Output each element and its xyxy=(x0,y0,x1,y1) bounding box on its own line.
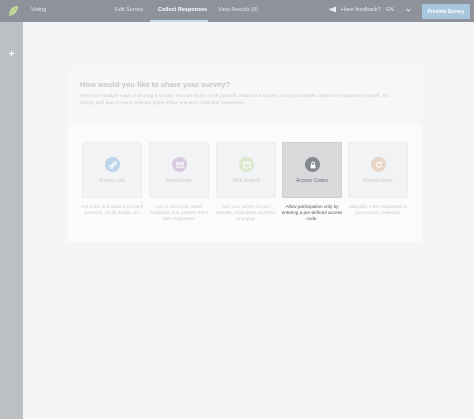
option-description: Let us send your email invitations and c… xyxy=(149,204,209,221)
option-web-embed[interactable]: Web Embed xyxy=(216,142,276,198)
option-description: Add your survey to your website, embedde… xyxy=(215,204,276,221)
refresh-icon xyxy=(371,157,386,172)
feedback-label: Have feedback? xyxy=(341,6,381,13)
megaphone-icon xyxy=(329,6,336,13)
survey-title: Voting xyxy=(31,7,47,13)
option-label: Survey Link xyxy=(98,178,126,184)
add-icon[interactable]: + xyxy=(6,50,17,60)
lock-icon xyxy=(305,157,320,172)
nav-collect-responses[interactable]: Collect Responses xyxy=(158,7,207,13)
code-icon xyxy=(239,157,254,172)
nav-view-results[interactable]: View Results (0) xyxy=(218,7,258,13)
feedback-link[interactable]: Have feedback? xyxy=(329,6,381,13)
chevron-down-icon[interactable] xyxy=(406,8,411,12)
mail-icon xyxy=(172,157,187,172)
link-icon xyxy=(105,157,120,172)
option-description: Manually enter responses to your survey,… xyxy=(349,204,407,215)
option-label: Access Codes xyxy=(296,178,328,184)
option-label: Web Embed xyxy=(232,178,260,184)
card-title: How would you like to share your survey? xyxy=(80,80,231,89)
option-description: Allow participation only by entering a p… xyxy=(281,204,343,221)
option-label: Manual Entry xyxy=(363,178,393,184)
app-logo-icon[interactable] xyxy=(6,4,20,18)
option-label: Email Invite xyxy=(166,178,192,184)
card-header: How would you like to share your survey?… xyxy=(68,70,422,126)
option-email-invite[interactable]: Email Invite xyxy=(149,142,209,198)
option-manual-entry[interactable]: Manual Entry xyxy=(348,142,408,198)
option-description: Get a link and share it yourself via ema… xyxy=(80,204,144,215)
top-bar: Voting Edit Survey Collect Responses Vie… xyxy=(0,0,474,22)
language-selector[interactable]: EN xyxy=(386,7,394,13)
collect-card: How would you like to share your survey?… xyxy=(68,70,422,242)
nav-edit-survey[interactable]: Edit Survey xyxy=(115,7,143,13)
left-sidebar: + xyxy=(0,22,23,419)
option-access-codes[interactable]: Access Codes xyxy=(282,142,342,198)
option-survey-link[interactable]: Survey Link xyxy=(82,142,142,198)
card-description: There are multiple ways of sharing a sur… xyxy=(80,94,390,106)
preview-survey-button[interactable]: Preview Survey xyxy=(422,4,470,19)
